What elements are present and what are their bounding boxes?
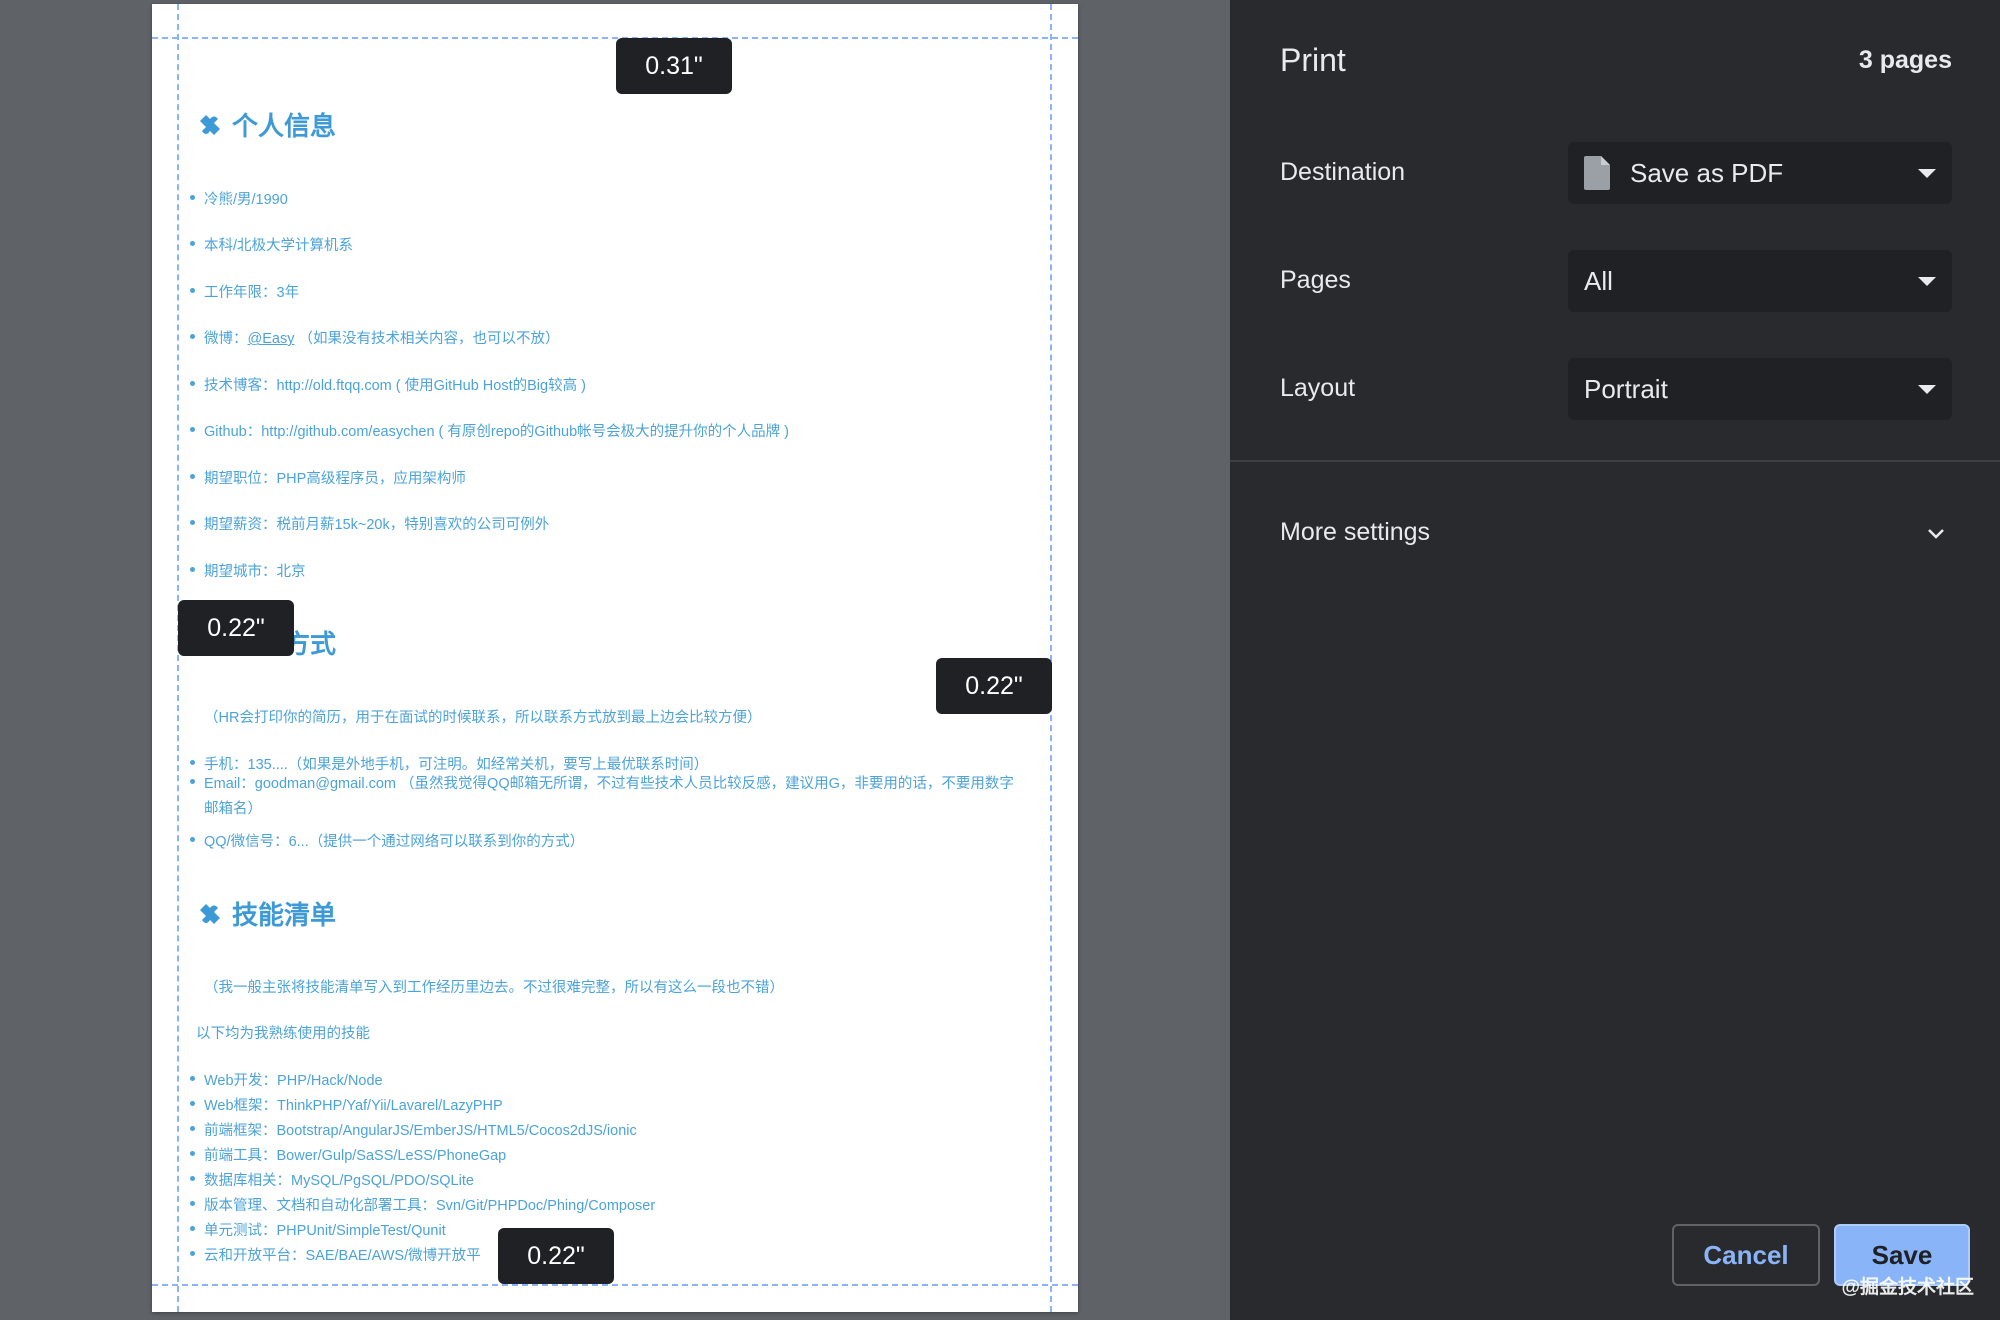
list-item: 本科/北极大学计算机系 [189, 234, 353, 255]
margin-badge-bottom: 0.22" [498, 1228, 614, 1284]
caret-down-icon [1918, 385, 1936, 394]
margin-badge-top: 0.31" [616, 38, 732, 94]
list-item: Web开发：PHP/Hack/Node [190, 1069, 383, 1090]
layout-select[interactable]: Portrait [1568, 358, 1952, 420]
margin-guide-top[interactable] [152, 37, 1078, 39]
print-settings-panel: Print 3 pages Destination Save as PDF Pa… [1230, 0, 2000, 1320]
panel-title: Print [1280, 42, 1346, 78]
margin-guide-right[interactable] [1050, 4, 1052, 1312]
list-item: 手机：135....（如果是外地手机，可注明。如经常关机，要写上最优联系时间） [189, 753, 708, 774]
file-icon [1584, 156, 1610, 190]
list-item: 工作年限：3年 [189, 281, 299, 302]
section-heading-personal-info: 个人信息 [196, 106, 336, 143]
list-item: 期望职位：PHP高级程序员，应用架构师 [190, 467, 466, 488]
preview-page: 个人信息 冷熊/男/1990 本科/北极大学计算机系 工作年限：3年 微博：@E… [152, 4, 1078, 1312]
list-item: 云和开放平台：SAE/BAE/AWS/微博开放平 [190, 1244, 481, 1265]
puzzle-icon [200, 903, 220, 924]
chevron-down-icon[interactable] [1924, 522, 1948, 546]
list-item: Web框架：ThinkPHP/Yaf/Yii/Lavarel/LazyPHP [190, 1094, 503, 1115]
list-item: 前端工具：Bower/Gulp/SaSS/LeSS/PhoneGap [189, 1144, 506, 1165]
watermark: @掘金技术社区 [1841, 1277, 1974, 1298]
list-item: Email：goodman@gmail.com （虽然我觉得QQ邮箱无所谓，不过… [190, 772, 1024, 822]
margin-badge-left: 0.22" [178, 600, 294, 656]
section-heading-text: 技能清单 [232, 900, 337, 930]
divider [1230, 460, 2000, 462]
margin-guide-bottom[interactable] [152, 1284, 1078, 1286]
more-settings-toggle[interactable]: More settings [1280, 518, 1430, 547]
puzzle-icon [200, 114, 220, 135]
layout-value: Portrait [1584, 373, 1668, 404]
destination-value: Save as PDF [1630, 157, 1784, 188]
margin-badge-right: 0.22" [936, 658, 1052, 714]
weibo-link[interactable]: @Easy [248, 331, 295, 347]
list-item: 版本管理、文档和自动化部署工具：Svn/Git/PHPDoc/Phing/Com… [189, 1194, 655, 1215]
list-item: 期望城市：北京 [190, 560, 306, 581]
weibo-suffix: （如果没有技术相关内容，也可以不放） [298, 331, 560, 347]
destination-select[interactable]: Save as PDF [1568, 142, 1952, 204]
pages-select[interactable]: All [1568, 250, 1952, 312]
list-item: 前端框架：Bootstrap/AngularJS/EmberJS/HTML5/C… [190, 1119, 637, 1140]
section-heading-skills: 技能清单 [196, 895, 336, 932]
cancel-button[interactable]: Cancel [1672, 1224, 1820, 1286]
weibo-prefix: 微博： [204, 331, 248, 347]
pages-label: Pages [1280, 266, 1351, 294]
list-item: 数据库相关：MySQL/PgSQL/PDO/SQLite [190, 1169, 474, 1190]
section-heading-text: 个人信息 [232, 111, 337, 141]
list-item: 技术博客：http://old.ftqq.com ( 使用GitHub Host… [190, 374, 586, 395]
caret-down-icon [1918, 169, 1936, 178]
list-item: 期望薪资：税前月薪15k~20k，特别喜欢的公司可例外 [189, 513, 549, 534]
layout-label: Layout [1280, 374, 1356, 402]
margin-guide-left[interactable] [177, 4, 179, 1312]
section-subintro: 以下均为我熟练使用的技能 [196, 1026, 370, 1042]
list-item-weibo: 微博：@Easy （如果没有技术相关内容，也可以不放） [190, 327, 560, 348]
print-preview-area: 个人信息 冷熊/男/1990 本科/北极大学计算机系 工作年限：3年 微博：@E… [0, 0, 1230, 1320]
section-intro: （我一般主张将技能清单写入到工作经历里边去。不过很难完整，所以有这么一段也不错） [204, 980, 784, 996]
caret-down-icon [1918, 277, 1936, 286]
page-count: 3 pages [1858, 46, 1952, 74]
list-item: QQ/微信号：6...（提供一个通过网络可以联系到你的方式） [189, 830, 584, 851]
list-item: 冷熊/男/1990 [190, 188, 288, 209]
pages-value: All [1584, 265, 1613, 296]
section-intro: （HR会打印你的简历，用于在面试的时候联系，所以联系方式放到最上边会比较方便） [204, 710, 762, 726]
list-item: Github：http://github.com/easychen ( 有原创r… [189, 420, 789, 441]
list-item: 单元测试：PHPUnit/SimpleTest/Qunit [190, 1219, 446, 1240]
destination-label: Destination [1280, 158, 1406, 186]
